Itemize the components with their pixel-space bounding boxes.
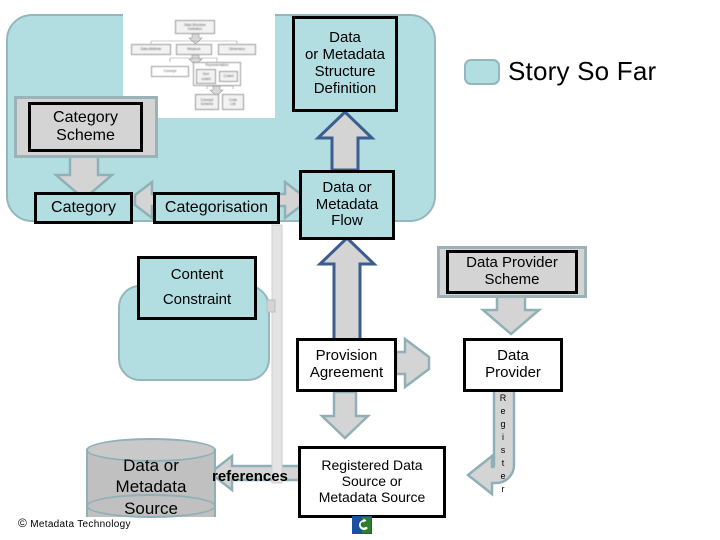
node-line: Data Provider xyxy=(466,254,558,272)
node-content-constraint[interactable]: Content Constraint xyxy=(137,256,257,320)
thumb-box: Measure xyxy=(176,44,212,55)
node-line: Provision xyxy=(315,347,378,365)
arrow-provision-to-provider xyxy=(394,336,431,390)
thumb-box: Concept Scheme xyxy=(195,94,219,110)
register-letter: e xyxy=(500,471,506,482)
thumb-box: Data Structure Definition xyxy=(175,20,215,34)
copyright-notice: © Metadata Technology xyxy=(18,516,131,530)
node-category-scheme[interactable]: Category Scheme xyxy=(28,102,143,152)
node-line: Agreement xyxy=(309,364,384,381)
node-line: Data or xyxy=(322,178,372,196)
node-line: Content xyxy=(170,266,224,284)
thumb-box: Non coded xyxy=(196,69,216,84)
node-line: Scheme xyxy=(56,127,115,144)
register-letter: g xyxy=(500,419,506,430)
edge-label-register: R e g i s t e r xyxy=(496,392,510,496)
node-line: Category xyxy=(53,109,118,127)
copyright-text: Metadata Technology xyxy=(30,519,131,530)
node-line: Metadata xyxy=(315,195,379,213)
thumb-box: Concept xyxy=(151,66,189,77)
node-line: Source xyxy=(124,498,178,518)
node-line: or Metadata xyxy=(304,46,386,64)
node-data-or-metadata-structure-definition[interactable]: Data or Metadata Structure Definition xyxy=(292,16,398,112)
node-registered-data-source[interactable]: Registered Data Source or Metadata Sourc… xyxy=(298,446,446,518)
node-line: Registered Data xyxy=(321,457,423,474)
node-label: Category xyxy=(51,199,116,217)
register-letter: t xyxy=(501,458,505,469)
recycle-icon xyxy=(352,516,372,534)
arrow-provision-to-dataflow xyxy=(316,235,378,344)
thumb-box: Dimension xyxy=(218,44,256,55)
node-line: Scheme xyxy=(484,271,540,288)
node-provision-agreement[interactable]: Provision Agreement xyxy=(296,338,397,392)
node-data-provider-scheme[interactable]: Data Provider Scheme xyxy=(446,250,578,294)
thumb-box: Coded xyxy=(219,71,238,82)
slide-canvas: Data Structure Definition Data Attribute … xyxy=(0,0,720,540)
node-categorisation[interactable]: Categorisation xyxy=(153,192,280,224)
node-line: Flow xyxy=(331,212,363,230)
register-letter: R xyxy=(499,393,507,403)
node-label: Categorisation xyxy=(164,199,269,217)
node-line: Source or xyxy=(341,473,403,490)
copyright-symbol: © xyxy=(18,516,28,530)
thumb-box: Code List xyxy=(222,94,244,110)
node-line: Structure xyxy=(314,63,376,80)
register-letter: e xyxy=(500,406,506,417)
legend: Story So Far xyxy=(464,56,656,87)
register-letter: r xyxy=(501,484,505,495)
node-data-provider[interactable]: Data Provider xyxy=(463,338,563,392)
arrow-provider-scheme-to-provider xyxy=(479,294,543,336)
edge-label-references: references xyxy=(212,468,288,485)
cylinder-label: Data or Metadata Source xyxy=(86,456,216,518)
node-line: Definition xyxy=(313,79,377,97)
node-line: Data xyxy=(497,347,529,365)
story-so-far-swatch-icon xyxy=(464,58,500,85)
node-data-or-metadata-source[interactable]: Data or Metadata Source xyxy=(86,438,216,528)
thumb-box: Data Attribute xyxy=(131,44,171,55)
node-line: Metadata Source xyxy=(318,488,426,505)
node-line: Metadata xyxy=(115,477,187,497)
register-letter: s xyxy=(500,445,506,456)
node-line: Data xyxy=(329,29,361,47)
node-line: Constraint xyxy=(162,291,232,309)
region-spine-connector xyxy=(271,224,283,484)
node-line: Data or xyxy=(123,456,179,476)
node-category[interactable]: Category xyxy=(34,192,133,224)
legend-label: Story So Far xyxy=(508,56,657,86)
node-data-or-metadata-flow[interactable]: Data or Metadata Flow xyxy=(299,170,395,240)
node-line: Provider xyxy=(485,364,541,381)
arrow-provision-to-registered xyxy=(318,390,372,440)
register-letter: i xyxy=(502,432,504,443)
